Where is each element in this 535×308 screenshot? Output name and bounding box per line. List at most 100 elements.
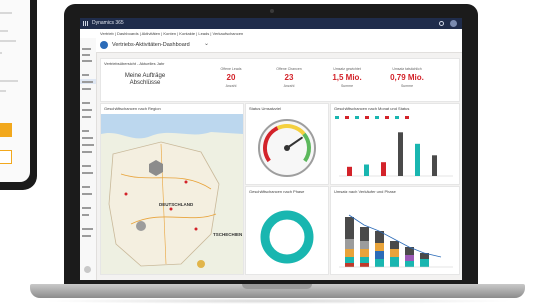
bar[interactable] [364, 164, 369, 177]
sidebar-item[interactable] [82, 144, 94, 146]
stacked-bar[interactable] [345, 217, 354, 267]
waffle-icon[interactable] [83, 21, 88, 26]
sidebar-item[interactable] [82, 88, 91, 90]
kpi-tile: Vertriebsübersicht - Aktuelles Jahr Mein… [100, 58, 460, 102]
phone-text-line [0, 90, 6, 92]
stacked-chart-tile: Umsatz nach Verkäufer und Phase [330, 186, 460, 275]
nav-text[interactable]: Vertrieb | Dashboards | Aktivitäten | Ko… [100, 31, 243, 36]
stacked-bar-chart[interactable] [331, 197, 459, 272]
sidebar-item[interactable] [82, 130, 89, 132]
stacked-bar[interactable] [390, 241, 399, 267]
sidebar-item[interactable] [82, 54, 90, 56]
page-title[interactable]: Vertriebs-Aktivitäten-Dashboard [112, 42, 190, 48]
phone-device [0, 0, 37, 190]
app-title: Dynamics 365 [92, 20, 124, 26]
kpi-intro-label: Meine Aufträge Abschlüsse [105, 73, 185, 87]
stacked-bar[interactable] [375, 231, 384, 267]
sidebar-item[interactable] [82, 165, 91, 167]
map-marker[interactable] [136, 221, 146, 231]
sidebar-item[interactable] [82, 228, 93, 230]
kpi-subtitle: Anzahl [283, 84, 295, 88]
kpi-value[interactable]: 20 [201, 73, 261, 82]
legend [335, 116, 415, 119]
sidebar-item[interactable] [82, 116, 91, 118]
bar[interactable] [398, 132, 403, 176]
map-label-country: DEUTSCHLAND [159, 202, 194, 207]
map-tile-title: Geschäftschancen nach Region [104, 106, 161, 111]
laptop-notch [242, 284, 312, 289]
dashboard-icon [100, 41, 108, 49]
phone-screen [0, 0, 30, 182]
stack-tile-title: Umsatz nach Verkäufer und Phase [334, 189, 396, 194]
chevron-down-icon[interactable]: ⌄ [204, 40, 209, 47]
kpi-tile-header: Vertriebsübersicht - Aktuelles Jahr [104, 61, 165, 66]
map-tile: Geschäftschancen nach Region DEUTSCHLAND… [100, 103, 244, 275]
kpi-value[interactable]: 1,5 Mio. [317, 73, 377, 82]
sidebar [80, 38, 97, 280]
user-icon[interactable] [84, 266, 91, 273]
bar[interactable] [381, 162, 386, 176]
sidebar-item[interactable] [82, 109, 92, 111]
sidebar-item[interactable] [82, 235, 91, 237]
webcam [270, 9, 274, 13]
kpi-intro-line2: Abschlüsse [129, 80, 161, 86]
kpi-intro-line1: Meine Aufträge [124, 73, 166, 79]
stacked-bar[interactable] [420, 253, 429, 267]
phone-primary-button[interactable] [0, 123, 12, 137]
gauge-tile-title: Status Umsatzziel [249, 106, 282, 111]
app-top-bar: Dynamics 365 [80, 18, 462, 29]
stacked-bar[interactable] [405, 247, 414, 267]
laptop-lid: Dynamics 365 Vertrieb | Dashboards | Akt… [64, 4, 478, 285]
phone-secondary-button[interactable] [0, 150, 12, 164]
bar[interactable] [415, 143, 420, 176]
kpi-subtitle: Summe [340, 84, 354, 88]
sidebar-item[interactable] [82, 74, 89, 76]
avatar[interactable] [450, 20, 457, 27]
donut-ring[interactable] [260, 210, 314, 264]
kpi-value[interactable]: 0,79 Mio. [377, 73, 437, 82]
sidebar-item[interactable] [82, 172, 93, 174]
sidebar-item[interactable] [82, 214, 89, 216]
kpi-title: Offene Leads [220, 67, 242, 71]
sidebar-item[interactable] [82, 151, 92, 153]
kpi-title: Umsatz tatsächlich [392, 67, 422, 71]
sidebar-item[interactable] [82, 81, 93, 83]
map-marker[interactable] [197, 260, 205, 268]
settings-icon[interactable] [439, 21, 444, 26]
sidebar-item[interactable] [82, 186, 90, 188]
laptop-screen: Dynamics 365 Vertrieb | Dashboards | Akt… [80, 18, 462, 280]
donut-tile-title: Geschäftschancen nach Phase [249, 189, 305, 194]
bar-chart-tile: Geschäftschancen nach Monat und Status [330, 103, 460, 185]
sidebar-item[interactable] [82, 137, 93, 139]
kpi-title: Offene Chancen [276, 67, 302, 71]
sidebar-item[interactable] [82, 102, 90, 104]
bar[interactable] [347, 166, 352, 176]
kpi-title: Umsatz gewichtet [333, 67, 361, 71]
bar-tile-title: Geschäftschancen nach Monat und Status [334, 106, 410, 111]
kpi-subtitle: Summe [400, 84, 414, 88]
kpi-value[interactable]: 23 [259, 73, 319, 82]
bar-chart[interactable] [331, 120, 459, 182]
phone-text-line [0, 52, 2, 54]
laptop-base [30, 284, 525, 298]
gauge-tile: Status Umsatzziel [245, 103, 329, 185]
phone-text-line [0, 80, 18, 82]
dashboard-canvas: Vertriebsübersicht - Aktuelles Jahr Mein… [100, 56, 460, 278]
donut-chart[interactable] [246, 201, 328, 271]
phone-text-line [0, 40, 16, 42]
kpi-subtitle: Anzahl [225, 84, 237, 88]
sidebar-item[interactable] [82, 48, 91, 50]
donut-tile: Geschäftschancen nach Phase [245, 186, 329, 275]
gauge-chart[interactable] [246, 114, 328, 184]
map-label-country: TSCHECHIEN [213, 232, 243, 237]
phone-text-line [0, 12, 12, 14]
page-header: Vertriebs-Aktivitäten-Dashboard ⌄ [96, 38, 462, 53]
stacked-bar[interactable] [360, 227, 369, 267]
sidebar-item[interactable] [82, 193, 92, 195]
bar[interactable] [432, 155, 437, 176]
phone-text-line [0, 30, 8, 32]
region-map[interactable]: DEUTSCHLAND TSCHECHIEN [101, 114, 243, 274]
laptop-shadow [40, 298, 515, 304]
sidebar-item[interactable] [82, 60, 92, 62]
sidebar-item[interactable] [82, 207, 91, 209]
